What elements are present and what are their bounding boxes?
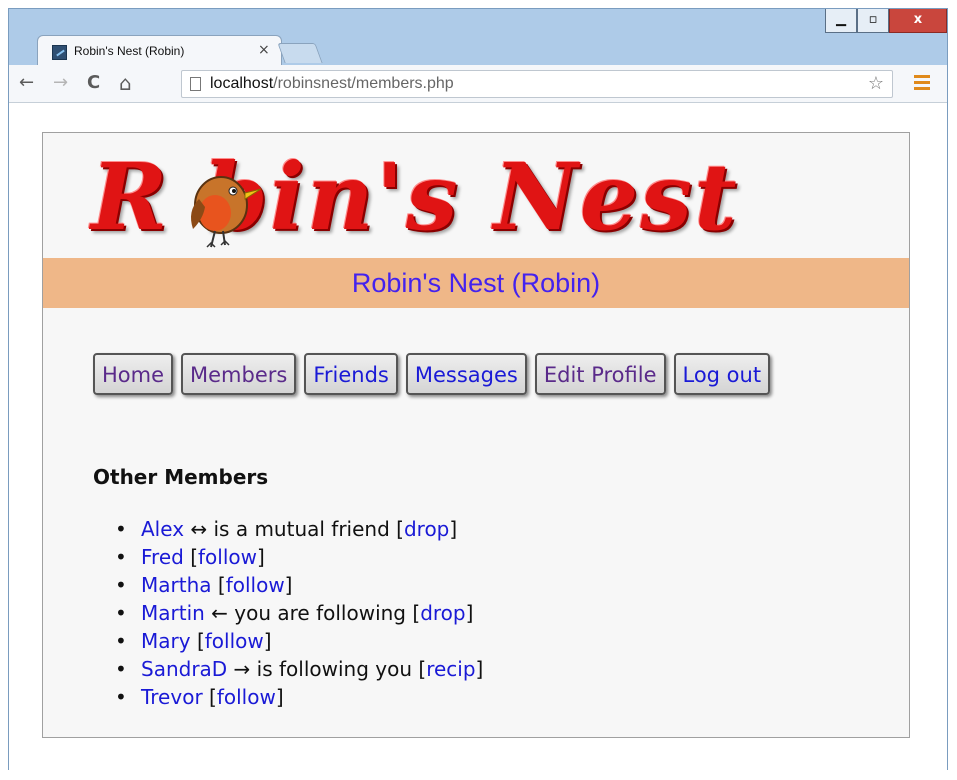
list-item: Fred [follow] xyxy=(115,543,483,571)
member-name-link[interactable]: Alex xyxy=(141,517,184,541)
browser-menu-icon[interactable] xyxy=(914,75,930,93)
forward-arrow-icon[interactable]: → xyxy=(53,74,68,92)
member-action-link[interactable]: follow xyxy=(198,545,257,569)
title-bar: Robin's Nest (Robin) × ▁ ▫ x xyxy=(9,9,947,67)
member-status xyxy=(191,629,197,653)
menu-friends-button[interactable]: Friends xyxy=(304,353,398,395)
robin-bird-icon xyxy=(191,176,262,248)
page-viewport: R bin's Nest Robin's Nest (Robin) Home M… xyxy=(9,104,947,770)
list-item: Martha [follow] xyxy=(115,571,483,599)
list-item: Trevor [follow] xyxy=(115,683,483,711)
member-status xyxy=(184,545,190,569)
tab-title: Robin's Nest (Robin) xyxy=(74,44,185,58)
member-action-link[interactable]: drop xyxy=(420,601,465,625)
member-status xyxy=(203,685,209,709)
back-arrow-icon[interactable]: ← xyxy=(19,74,34,92)
member-name-link[interactable]: Trevor xyxy=(141,685,203,709)
site-banner: Robin's Nest (Robin) xyxy=(43,258,909,308)
site-favicon-icon xyxy=(52,45,67,60)
list-item: Martin ← you are following [drop] xyxy=(115,599,483,627)
menu-members-button[interactable]: Members xyxy=(181,353,297,395)
url-text[interactable]: localhost/robinsnest/members.php xyxy=(210,75,454,93)
home-icon[interactable]: ⌂ xyxy=(119,73,132,93)
menu-logout-button[interactable]: Log out xyxy=(673,353,771,395)
page-icon xyxy=(190,77,201,91)
maximize-button[interactable]: ▫ xyxy=(857,9,889,33)
member-status xyxy=(212,573,218,597)
member-name-link[interactable]: Mary xyxy=(141,629,191,653)
browser-window: Robin's Nest (Robin) × ▁ ▫ x ← → C ⌂ loc… xyxy=(8,8,948,770)
site-container: R bin's Nest Robin's Nest (Robin) Home M… xyxy=(42,132,910,738)
reload-icon[interactable]: C xyxy=(87,74,100,92)
member-status: → is following you xyxy=(227,657,419,681)
section-title: Other Members xyxy=(93,465,269,489)
menu-edit-profile-button[interactable]: Edit Profile xyxy=(534,353,666,395)
member-action-link[interactable]: drop xyxy=(404,517,449,541)
member-status: ↔ is a mutual friend xyxy=(184,517,397,541)
tab-close-icon[interactable]: × xyxy=(258,42,270,58)
member-action-link[interactable]: follow xyxy=(217,685,276,709)
member-action-link[interactable]: recip xyxy=(426,657,475,681)
bookmark-star-icon[interactable]: ☆ xyxy=(868,73,884,94)
address-bar[interactable]: localhost/robinsnest/members.php ☆ xyxy=(181,70,893,98)
list-item: Alex ↔ is a mutual friend [drop] xyxy=(115,515,483,543)
site-menu: Home Members Friends Messages Edit Profi… xyxy=(93,353,771,395)
member-list: Alex ↔ is a mutual friend [drop] Fred [f… xyxy=(115,515,483,711)
browser-toolbar: ← → C ⌂ localhost/robinsnest/members.php… xyxy=(9,65,947,103)
list-item: SandraD → is following you [recip] xyxy=(115,655,483,683)
member-action-link[interactable]: follow xyxy=(226,573,285,597)
window-controls: ▁ ▫ x xyxy=(825,9,947,33)
member-name-link[interactable]: Martin xyxy=(141,601,205,625)
close-window-button[interactable]: x xyxy=(889,9,947,33)
menu-home-button[interactable]: Home xyxy=(93,353,174,395)
member-name-link[interactable]: Martha xyxy=(141,573,212,597)
member-name-link[interactable]: SandraD xyxy=(141,657,227,681)
minimize-button[interactable]: ▁ xyxy=(825,9,857,33)
list-item: Mary [follow] xyxy=(115,627,483,655)
member-status: ← you are following xyxy=(204,601,413,625)
url-host: localhost xyxy=(210,75,274,92)
url-path: /robinsnest/members.php xyxy=(273,75,454,92)
member-action-link[interactable]: follow xyxy=(205,629,264,653)
browser-tab[interactable]: Robin's Nest (Robin) × xyxy=(37,35,282,67)
new-tab-button[interactable] xyxy=(277,43,323,63)
member-name-link[interactable]: Fred xyxy=(141,545,184,569)
menu-messages-button[interactable]: Messages xyxy=(405,353,527,395)
